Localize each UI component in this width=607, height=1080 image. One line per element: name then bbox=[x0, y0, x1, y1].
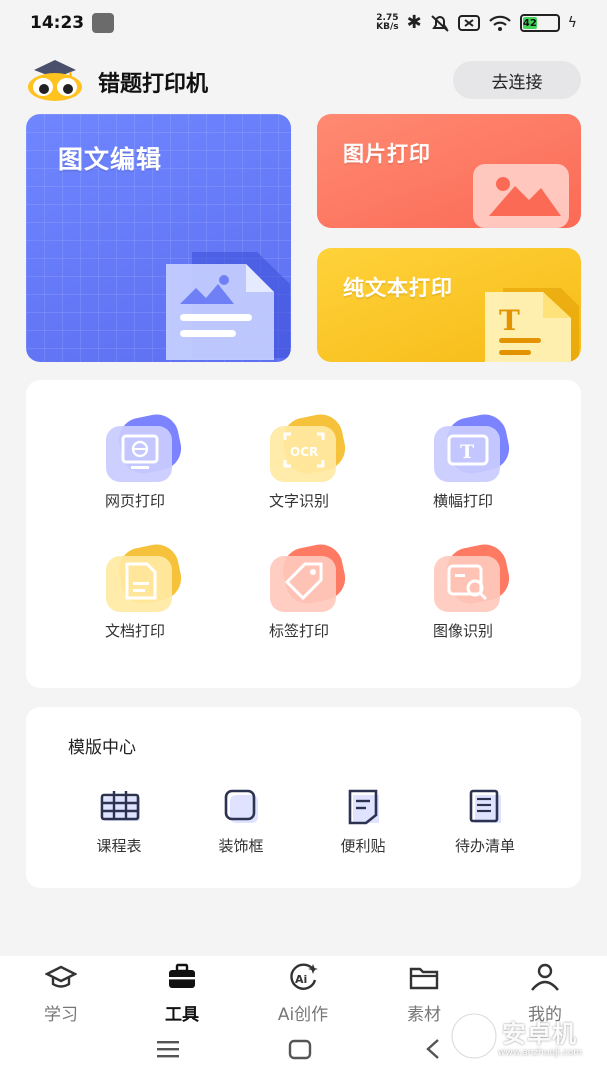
watermark-url: www.anzhuoji.com bbox=[498, 1048, 583, 1058]
text-document-icon: T bbox=[485, 288, 579, 362]
network-speed-unit: KB/s bbox=[376, 22, 399, 32]
plain-text-print-label: 纯文本打印 bbox=[343, 276, 453, 300]
template-label: 课程表 bbox=[96, 837, 142, 855]
battery-level: 42 bbox=[522, 17, 538, 29]
tool-label: 网页打印 bbox=[104, 492, 165, 510]
tag-icon bbox=[266, 542, 346, 616]
svg-text:Ai: Ai bbox=[295, 973, 307, 986]
template-center-panel: 模版中心 课程表 装饰框 便利贴 待办清单 bbox=[26, 707, 581, 888]
timetable-icon bbox=[100, 789, 140, 825]
network-speed: 2.75 KB/s bbox=[376, 14, 398, 32]
tool-item[interactable]: 标签打印 bbox=[234, 542, 364, 652]
template-label: 装饰框 bbox=[218, 837, 264, 855]
monitor-icon bbox=[102, 412, 182, 486]
nav-item[interactable]: 学习 bbox=[11, 962, 111, 1025]
tool-item[interactable]: 网页打印 bbox=[70, 412, 200, 522]
svg-text:OCR: OCR bbox=[290, 445, 318, 459]
bluetooth-icon: ✱ bbox=[406, 12, 422, 33]
tool-label: 文字识别 bbox=[268, 492, 329, 510]
status-icons: 2.75 KB/s ✱ 42 ϟ bbox=[376, 14, 577, 32]
wrench-icon bbox=[92, 13, 114, 33]
sticky-note-icon bbox=[344, 789, 384, 825]
document-icon bbox=[102, 542, 182, 616]
template-item[interactable]: 便利贴 bbox=[308, 789, 418, 869]
tool-label: 标签打印 bbox=[268, 622, 329, 640]
svg-text:T: T bbox=[460, 441, 474, 463]
owl-logo-icon bbox=[28, 60, 82, 101]
nav-item[interactable]: Ai Ai创作 bbox=[253, 962, 353, 1025]
status-time: 14:23 bbox=[30, 13, 85, 33]
image-search-icon bbox=[430, 542, 510, 616]
svg-text:T: T bbox=[499, 304, 520, 337]
tool-item[interactable]: 文档打印 bbox=[70, 542, 200, 652]
banner-t-icon: T bbox=[430, 412, 510, 486]
toolbox-icon bbox=[166, 962, 198, 992]
wifi-icon bbox=[488, 15, 511, 31]
mute-bell-icon bbox=[431, 15, 449, 32]
template-center-title: 模版中心 bbox=[68, 738, 136, 758]
picture-icon bbox=[473, 164, 569, 228]
tool-label: 文档打印 bbox=[104, 622, 165, 640]
image-text-edit-card[interactable]: 图文编辑 bbox=[26, 114, 291, 362]
status-bar: 14:23 2.75 KB/s ✱ 42 ϟ bbox=[0, 0, 607, 48]
connect-button[interactable]: 去连接 bbox=[453, 61, 581, 99]
tool-label: 图像识别 bbox=[432, 622, 493, 640]
tool-label: 横幅打印 bbox=[432, 492, 493, 510]
graduation-cap-icon bbox=[44, 962, 78, 992]
battery-icon: 42 bbox=[519, 14, 560, 32]
ai-create-icon: Ai bbox=[287, 962, 319, 992]
sim-off-icon bbox=[457, 15, 480, 31]
image-document-icon bbox=[166, 252, 290, 360]
tool-item[interactable]: 图像识别 bbox=[398, 542, 528, 652]
photo-print-card[interactable]: 图片打印 bbox=[317, 114, 581, 228]
todo-list-icon bbox=[466, 789, 506, 825]
user-icon bbox=[529, 962, 561, 992]
back-icon[interactable] bbox=[424, 1038, 442, 1060]
template-item[interactable]: 待办清单 bbox=[430, 789, 540, 869]
tool-item[interactable]: T 横幅打印 bbox=[398, 412, 528, 522]
menu-icon[interactable] bbox=[156, 1038, 180, 1060]
template-item[interactable]: 装饰框 bbox=[186, 789, 296, 869]
ocr-icon: OCR bbox=[266, 412, 346, 486]
template-item[interactable]: 课程表 bbox=[64, 789, 174, 869]
watermark-text: 安卓机 bbox=[502, 1020, 577, 1048]
watermark: 安卓机 www.anzhuoji.com bbox=[448, 1008, 598, 1070]
image-text-edit-label: 图文编辑 bbox=[58, 145, 163, 174]
watermark-logo-icon bbox=[450, 1012, 498, 1060]
nav-item[interactable]: 工具 bbox=[132, 962, 232, 1025]
plain-text-print-card[interactable]: 纯文本打印 T bbox=[317, 248, 581, 362]
frame-icon bbox=[222, 789, 262, 825]
template-label: 待办清单 bbox=[454, 837, 515, 855]
app-title: 错题打印机 bbox=[98, 72, 209, 97]
template-label: 便利贴 bbox=[340, 837, 386, 855]
app-header: 错题打印机 去连接 bbox=[26, 56, 581, 104]
charging-icon: ϟ bbox=[567, 15, 577, 31]
tool-item[interactable]: OCR 文字识别 bbox=[234, 412, 364, 522]
photo-print-label: 图片打印 bbox=[343, 142, 431, 166]
tools-panel: 网页打印 OCR 文字识别 T 横幅打印文档打印 标签打印 图像识别 bbox=[26, 380, 581, 688]
home-icon[interactable] bbox=[288, 1038, 312, 1060]
folder-icon bbox=[408, 962, 440, 992]
